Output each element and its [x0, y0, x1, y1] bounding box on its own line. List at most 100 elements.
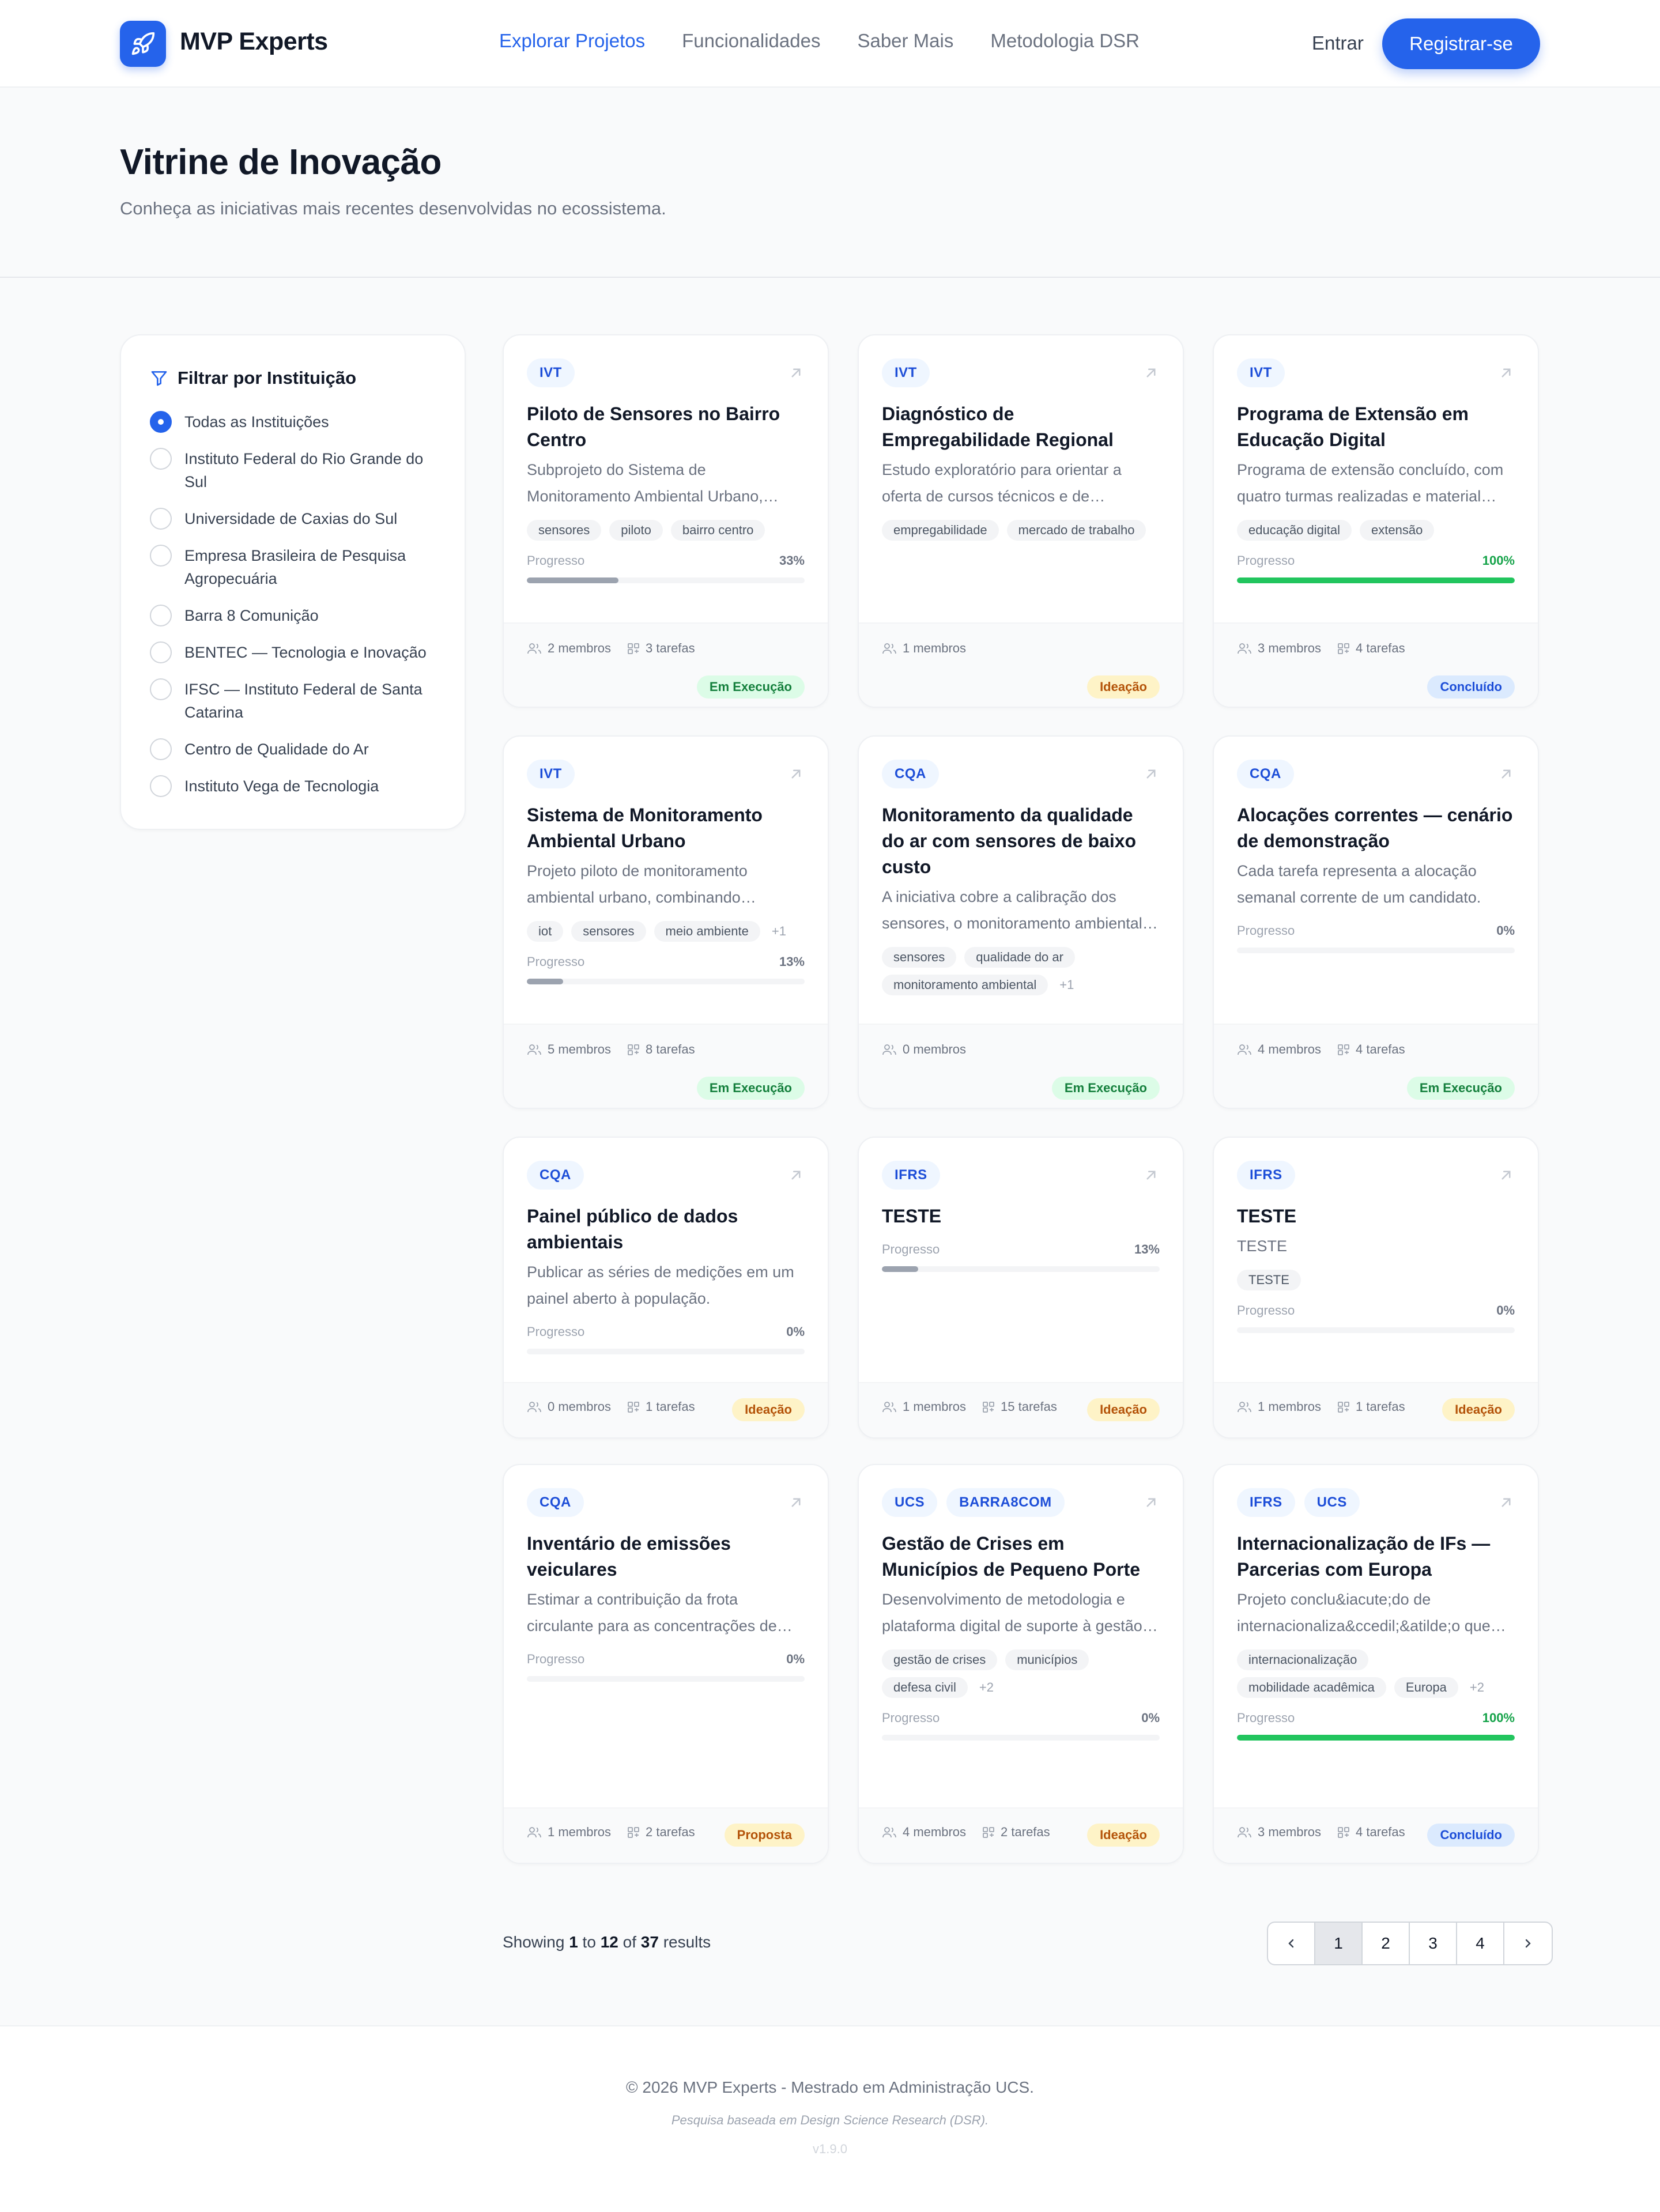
radio-button[interactable] [150, 508, 172, 530]
filter-option[interactable]: Instituto Federal do Rio Grande do Sul [150, 447, 450, 493]
project-card[interactable]: IVT Piloto de Sensores no Bairro Centro Su… [503, 334, 829, 708]
nav-saber-mais[interactable]: Saber Mais [857, 30, 953, 52]
results-prefix: Showing [503, 1933, 565, 1951]
institution-badge[interactable]: IVT [1237, 358, 1285, 387]
progress-value: 33% [779, 553, 805, 568]
open-arrow-icon[interactable] [1497, 364, 1515, 382]
progress-header: Progresso 13% [882, 1242, 1160, 1257]
project-card[interactable]: IVT Programa de Extensão em Educação Digi… [1213, 334, 1539, 708]
prev-page-button[interactable] [1268, 1923, 1315, 1964]
institution-badge[interactable]: CQA [1237, 760, 1294, 788]
institution-badge[interactable]: IVT [527, 760, 575, 788]
open-arrow-icon[interactable] [1497, 1494, 1515, 1511]
open-arrow-icon[interactable] [1497, 765, 1515, 783]
project-card[interactable]: UCS BARRA8COM Gestão de Crises em Municípi… [858, 1464, 1184, 1864]
project-card[interactable]: IFRS TESTE Progresso 13% 1 membros 15 tarefas… [858, 1137, 1184, 1439]
project-card[interactable]: IFRS UCS Internacionalização de IFs — Parc… [1213, 1464, 1539, 1864]
project-title[interactable]: Piloto de Sensores no Bairro Centro [527, 401, 805, 453]
institution-badge[interactable]: IVT [527, 358, 575, 387]
project-title[interactable]: TESTE [1237, 1203, 1515, 1229]
project-title[interactable]: Diagnóstico de Empregabilidade Regional [882, 401, 1160, 453]
radio-button[interactable] [150, 775, 172, 797]
institution-badge[interactable]: CQA [527, 1161, 584, 1190]
members-stat: 1 membros [882, 641, 966, 656]
institution-badge[interactable]: UCS [882, 1488, 938, 1517]
radio-button[interactable] [150, 678, 172, 700]
open-arrow-icon[interactable] [787, 364, 805, 382]
progress-section: Progresso 33% [527, 553, 805, 583]
project-description: Estudo exploratório para orientar a ofer… [882, 461, 1122, 505]
footer-version: v1.9.0 [813, 2142, 847, 2156]
institution-badge[interactable]: IFRS [882, 1161, 940, 1190]
register-button[interactable]: Registrar-se [1382, 18, 1540, 69]
institution-badge[interactable]: UCS [1304, 1488, 1360, 1517]
open-arrow-icon[interactable] [1142, 1167, 1160, 1184]
page-title: Vitrine de Inovação [120, 142, 442, 182]
project-card[interactable]: CQA Monitoramento da qualidade do ar com … [858, 735, 1184, 1109]
radio-button[interactable] [150, 545, 172, 567]
next-page-button[interactable] [1504, 1923, 1552, 1964]
progress-label: Progresso [527, 954, 585, 969]
login-link[interactable]: Entrar [1312, 32, 1364, 54]
radio-button[interactable] [150, 448, 172, 470]
project-title[interactable]: Programa de Extensão em Educação Digital [1237, 401, 1515, 453]
open-arrow-icon[interactable] [1497, 1167, 1515, 1184]
filter-option[interactable]: BENTEC — Tecnologia e Inovação [150, 641, 450, 664]
results-to: 12 [600, 1933, 618, 1951]
page-button[interactable]: 2 [1363, 1923, 1410, 1964]
page-button[interactable]: 4 [1457, 1923, 1504, 1964]
radio-button[interactable] [150, 738, 172, 760]
radio-button[interactable] [150, 641, 172, 663]
page-button[interactable]: 1 [1315, 1923, 1363, 1964]
tag-chip: meio ambiente [654, 921, 760, 942]
radio-button[interactable] [150, 605, 172, 626]
project-card[interactable]: IVT Diagnóstico de Empregabilidade Region… [858, 334, 1184, 708]
rocket-logo-icon[interactable] [120, 21, 166, 67]
progress-section: Progresso 100% [1237, 1711, 1515, 1741]
institution-badge[interactable]: IFRS [1237, 1488, 1295, 1517]
open-arrow-icon[interactable] [787, 1494, 805, 1511]
filter-option[interactable]: Centro de Qualidade do Ar [150, 738, 450, 761]
tasks-icon [627, 1401, 640, 1413]
filter-option[interactable]: Empresa Brasileira de Pesquisa Agropecuá… [150, 544, 450, 590]
open-arrow-icon[interactable] [787, 1167, 805, 1184]
radio-button[interactable] [150, 411, 172, 433]
project-title[interactable]: Monitoramento da qualidade do ar com sen… [882, 802, 1160, 880]
open-arrow-icon[interactable] [787, 765, 805, 783]
project-title[interactable]: Sistema de Monitoramento Ambiental Urban… [527, 802, 805, 854]
filter-option[interactable]: Barra 8 Comunição [150, 604, 450, 627]
open-arrow-icon[interactable] [1142, 364, 1160, 382]
institution-badge[interactable]: CQA [882, 760, 939, 788]
filter-option[interactable]: IFSC — Instituto Federal de Santa Catari… [150, 678, 450, 724]
page-button[interactable]: 3 [1410, 1923, 1457, 1964]
open-arrow-icon[interactable] [1142, 765, 1160, 783]
institution-badge[interactable]: IVT [882, 358, 930, 387]
nav-metodologia-dsr[interactable]: Metodologia DSR [990, 30, 1140, 52]
filter-option[interactable]: Instituto Vega de Tecnologia [150, 775, 450, 798]
members-count: 4 membros [1258, 1042, 1322, 1056]
nav-funcionalidades[interactable]: Funcionalidades [682, 30, 820, 52]
project-card[interactable]: CQA Alocações correntes — cenário de demo… [1213, 735, 1539, 1109]
project-card[interactable]: CQA Painel público de dados ambientais Pub… [503, 1137, 829, 1439]
project-card[interactable]: CQA Inventário de emissões veiculares Esti… [503, 1464, 829, 1864]
project-title[interactable]: Alocações correntes — cenário de demonst… [1237, 802, 1515, 854]
filter-option[interactable]: Todas as Instituições [150, 410, 450, 433]
filter-header: Filtrar por Instituição [150, 368, 356, 388]
project-title[interactable]: Painel público de dados ambientais [527, 1203, 805, 1255]
filter-option[interactable]: Universidade de Caxias do Sul [150, 507, 450, 530]
brand-name[interactable]: MVP Experts [180, 28, 328, 56]
card-stats: 5 membros 8 tarefas [527, 1042, 695, 1057]
institution-badge[interactable]: IFRS [1237, 1161, 1295, 1190]
project-card[interactable]: IVT Sistema de Monitoramento Ambiental Ur… [503, 735, 829, 1109]
project-title[interactable]: Inventário de emissões veiculares [527, 1531, 805, 1583]
project-title[interactable]: Gestão de Crises em Municípios de Pequen… [882, 1531, 1160, 1583]
nav-explorar-projetos[interactable]: Explorar Projetos [499, 30, 645, 52]
tasks-icon [627, 1826, 640, 1839]
project-title[interactable]: TESTE [882, 1203, 1160, 1229]
institution-badge[interactable]: CQA [527, 1488, 584, 1517]
project-card[interactable]: IFRS TESTE TESTE TESTE Progresso 0% 1 membros 1… [1213, 1137, 1539, 1439]
tasks-icon [627, 1043, 640, 1056]
project-title[interactable]: Internacionalização de IFs — Parcerias c… [1237, 1531, 1515, 1583]
institution-badge[interactable]: BARRA8COM [946, 1488, 1065, 1517]
open-arrow-icon[interactable] [1142, 1494, 1160, 1511]
